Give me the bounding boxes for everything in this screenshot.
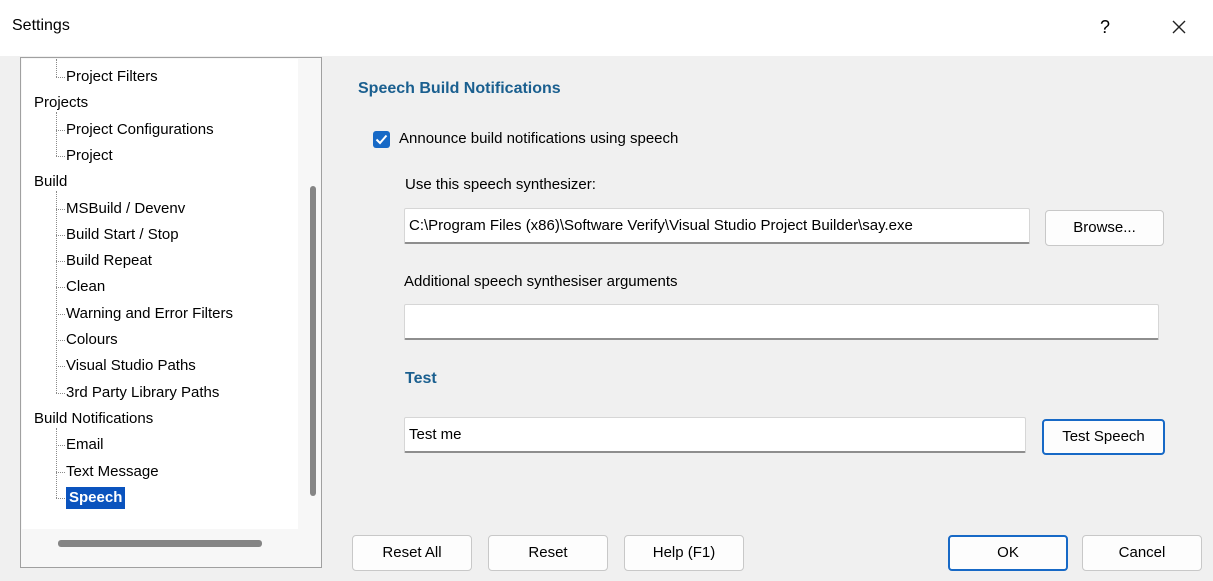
tree-item-label: 3rd Party Library Paths (66, 383, 220, 401)
tree-item-label: Colours (66, 331, 118, 348)
tree-connector (56, 77, 65, 78)
checkmark-icon (375, 134, 388, 145)
announce-checkbox[interactable] (373, 131, 390, 148)
test-section-title: Test (405, 370, 437, 387)
close-icon (1172, 20, 1186, 34)
tree-connector (56, 155, 65, 157)
tree-item-label: Project (66, 146, 113, 164)
announce-label[interactable]: Announce build notifications using speec… (399, 130, 678, 147)
ok-button[interactable]: OK (948, 535, 1068, 571)
synthesizer-path-field[interactable]: C:\Program Files (x86)\Software Verify\V… (404, 208, 1030, 244)
args-field[interactable] (404, 304, 1159, 340)
section-title: Speech Build Notifications (358, 80, 561, 97)
tree-connector (56, 59, 57, 77)
browse-button[interactable]: Browse... (1045, 210, 1164, 246)
tree-item-label: Project Configurations (66, 120, 214, 138)
help-button[interactable]: ? (1090, 10, 1120, 44)
tree-connector (56, 497, 65, 499)
tree-item-label: Clean (66, 278, 106, 296)
tree-item-label: Speech (66, 486, 126, 509)
tree-item-label: Build Repeat (66, 252, 152, 270)
reset-button[interactable]: Reset (488, 535, 608, 571)
settings-tree-panel: Project Filters Projects Project Configura… (20, 57, 322, 568)
tree-connector (56, 112, 57, 156)
tree-item-label: MSBuild / Devenv (66, 199, 186, 217)
tree-connector (56, 427, 57, 498)
tree-item-label: Projects (34, 94, 89, 112)
tree-item-label: Build Start / Stop (66, 225, 179, 243)
title-bar: Settings ? (0, 0, 1213, 56)
tree-connector (56, 261, 65, 263)
tree-item-label: Build (34, 173, 68, 191)
tree-item-label: Text Message (66, 462, 159, 480)
tree-connector (56, 340, 65, 341)
tree-item-label: Email (66, 436, 104, 454)
tree-connector (56, 191, 57, 393)
test-speech-button[interactable]: Test Speech (1042, 419, 1165, 455)
settings-tree[interactable]: Project Filters Projects Project Configura… (22, 59, 298, 529)
tree-item[interactable]: Build Notifications (34, 408, 153, 430)
tree-connector (56, 287, 65, 289)
tree-item-label: Warning and Error Filters (66, 304, 233, 322)
tree-connector (56, 208, 65, 210)
tree-item-label: Visual Studio Paths (66, 357, 196, 375)
tree-item-label: Build Notifications (34, 409, 154, 427)
close-button[interactable] (1162, 10, 1196, 44)
tree-connector (56, 313, 65, 315)
tree-connector (56, 471, 65, 473)
cancel-button[interactable]: Cancel (1082, 535, 1202, 571)
reset-all-button[interactable]: Reset All (352, 535, 472, 571)
help-f1-button[interactable]: Help (F1) (624, 535, 744, 571)
test-text-field[interactable]: Test me (404, 417, 1026, 453)
tree-connector (56, 445, 65, 447)
tree-item[interactable]: Projects (34, 92, 88, 114)
args-label: Additional speech synthesiser arguments (404, 273, 678, 290)
tree-item[interactable]: Build (34, 171, 67, 193)
synthesizer-label: Use this speech synthesizer: (405, 176, 596, 193)
tree-item-label: Project Filters (66, 68, 158, 85)
tree-connector (56, 392, 65, 394)
tree-connector (56, 234, 65, 236)
horizontal-scrollbar-thumb[interactable] (58, 540, 262, 547)
window-title: Settings (12, 17, 70, 34)
vertical-scrollbar-thumb[interactable] (310, 186, 316, 496)
tree-connector (56, 366, 65, 368)
tree-connector (56, 129, 65, 131)
